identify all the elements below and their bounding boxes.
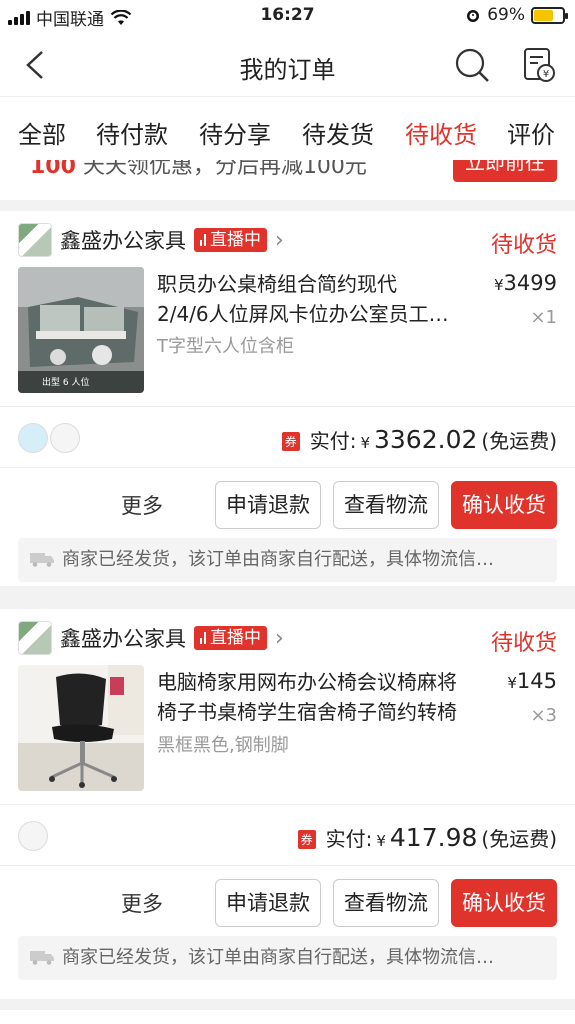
product-quantity: ×3 — [530, 705, 557, 726]
order-card: 鑫盛办公家具 直播中 › 待收货 电脑椅家用网布办公椅会议椅麻将 椅子书桌椅学生… — [0, 609, 575, 999]
bill-icon[interactable]: ¥ — [519, 46, 557, 84]
tab-pending-shipment[interactable]: 待发货 — [302, 115, 374, 150]
status-bar: 中国联通 16:27 69% — [0, 0, 575, 34]
order-tabs: 全部 待付款 待分享 待发货 待收货 评价 — [0, 96, 575, 164]
order-actions: 更多 申请退款 查看物流 确认收货 — [121, 481, 557, 529]
tab-review[interactable]: 评价 — [507, 115, 555, 150]
product-price: ¥145 — [507, 669, 557, 693]
truck-icon — [30, 553, 54, 567]
promo-banner: 100 天天领优惠，分后再减100元 立即前往 — [0, 160, 575, 198]
svg-text:¥: ¥ — [543, 69, 549, 80]
coupon-icon: 券 — [281, 432, 300, 451]
promo-amount: 100 — [30, 160, 76, 179]
battery-icon — [531, 6, 568, 24]
tab-all[interactable]: 全部 — [18, 115, 66, 150]
refund-button[interactable]: 申请退款 — [215, 481, 321, 529]
chevron-right-icon: › — [275, 625, 284, 651]
avatar — [18, 423, 48, 453]
shipping-info[interactable]: 商家已经发货，该订单由商家自行配送，具体物流信… — [18, 936, 557, 980]
more-button[interactable]: 更多 — [121, 888, 163, 918]
shop-logo — [18, 621, 52, 655]
product-quantity: ×1 — [530, 307, 557, 328]
chevron-right-icon: › — [275, 227, 284, 253]
coupon-icon: 券 — [297, 830, 316, 849]
confirm-receipt-button[interactable]: 确认收货 — [451, 481, 557, 529]
avatar — [50, 423, 80, 453]
promo-button[interactable]: 立即前往 — [453, 160, 557, 182]
product-spec: T字型六人位含柜 — [157, 336, 294, 357]
refund-button[interactable]: 申请退款 — [215, 879, 321, 927]
order-actions: 更多 申请退款 查看物流 确认收货 — [121, 879, 557, 927]
live-badge: 直播中 — [194, 626, 267, 650]
product-title[interactable]: 职员办公桌椅组合简约现代 2/4/6人位屏风卡位办公室员工… — [157, 269, 477, 329]
shipping-info[interactable]: 商家已经发货，该订单由商家自行配送，具体物流信… — [18, 538, 557, 582]
live-icon — [200, 632, 206, 644]
live-badge: 直播中 — [194, 228, 267, 252]
image-caption: 出型 6 人位 — [42, 376, 89, 388]
product-spec: 黑框黑色,钢制脚 — [157, 735, 289, 756]
shop-logo — [18, 223, 52, 257]
paid-amount: 券 实付: ¥417.98 (免运费) — [297, 823, 557, 852]
search-icon[interactable] — [453, 46, 491, 84]
nav-bar: 我的订单 ¥ — [0, 34, 575, 96]
product-image[interactable] — [18, 665, 144, 791]
view-logistics-button[interactable]: 查看物流 — [333, 481, 439, 529]
shop-name: 鑫盛办公家具 — [60, 627, 186, 651]
shop-header[interactable]: 鑫盛办公家具 直播中 › — [18, 621, 284, 655]
live-icon — [200, 234, 206, 246]
avatar — [18, 821, 48, 851]
order-status: 待收货 — [490, 631, 557, 656]
product-image[interactable]: 出型 6 人位 — [18, 267, 144, 393]
more-button[interactable]: 更多 — [121, 490, 163, 520]
order-card-next — [0, 1010, 575, 1024]
shop-header[interactable]: 鑫盛办公家具 直播中 › — [18, 223, 284, 257]
order-status: 待收货 — [490, 233, 557, 258]
product-title[interactable]: 电脑椅家用网布办公椅会议椅麻将 椅子书桌椅学生宿舍椅子简约转椅 — [157, 667, 477, 727]
paid-amount: 券 实付: ¥3362.02 (免运费) — [281, 425, 557, 454]
tab-pending-share[interactable]: 待分享 — [199, 115, 271, 150]
shop-name: 鑫盛办公家具 — [60, 229, 186, 253]
battery-percent: 69% — [487, 5, 525, 25]
sharer-avatars[interactable] — [18, 821, 48, 851]
confirm-receipt-button[interactable]: 确认收货 — [451, 879, 557, 927]
truck-icon — [30, 951, 54, 965]
order-card: 鑫盛办公家具 直播中 › 待收货 出型 6 人位 职员办公桌椅组合简约现代 2/… — [0, 211, 575, 586]
product-price: ¥3499 — [494, 271, 557, 295]
sharer-avatars[interactable] — [18, 423, 80, 453]
tab-pending-payment[interactable]: 待付款 — [96, 115, 168, 150]
tab-pending-receipt[interactable]: 待收货 — [405, 115, 477, 164]
alarm-icon — [467, 10, 480, 22]
promo-text: 天天领优惠，分后再减100元 — [82, 160, 367, 179]
view-logistics-button[interactable]: 查看物流 — [333, 879, 439, 927]
